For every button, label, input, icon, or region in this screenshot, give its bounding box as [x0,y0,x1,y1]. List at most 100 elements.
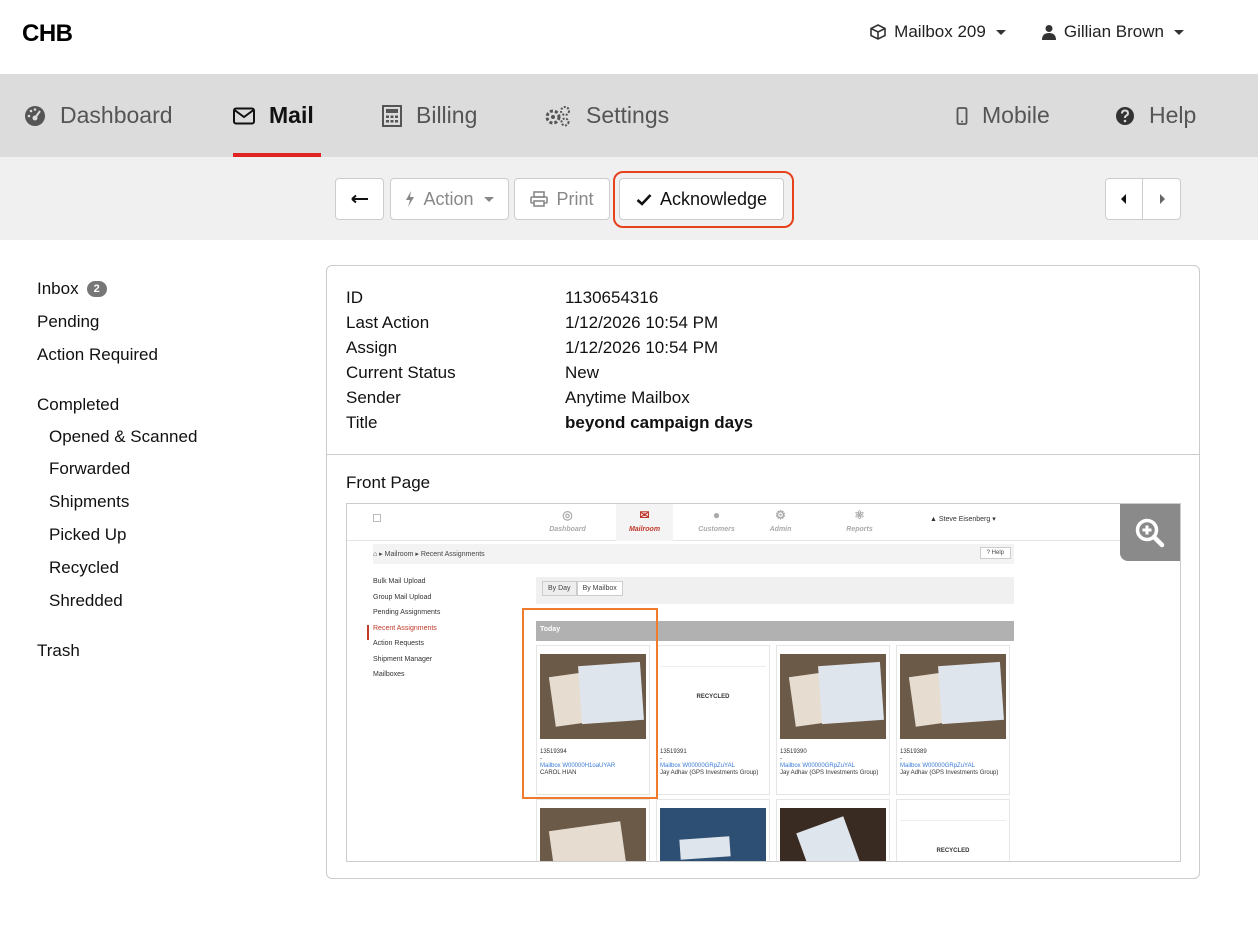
acknowledge-highlight-annotation [613,171,794,228]
mini-nav-label: Customers [698,526,735,533]
mini-nav-label: Reports [846,526,873,533]
bolt-icon [406,191,415,207]
detail-label: Title [346,412,378,432]
nav-dashboard[interactable]: Dashboard [24,74,173,157]
mini-card-name: Jay Adhav (GPS Investments Group) [900,770,999,776]
sidebar-item-inbox[interactable]: Inbox 2 [37,272,297,305]
front-page-scan-image[interactable]: ◎ Dashboard ✉ Mailroom ● Customers ⚙ Admin ⚛… [346,503,1181,862]
mail-photo [900,654,1006,739]
zoom-in-button[interactable] [1120,504,1180,561]
mailbox-dropdown[interactable]: Mailbox 209 [870,22,1006,42]
recycled-placeholder: RECYCLED [660,666,766,726]
nav-mobile[interactable]: Mobile [956,74,1050,157]
mini-card-name: Jay Adhav (GPS Investments Group) [780,770,879,776]
mini-side-item: Group Mail Upload [373,593,432,601]
sidebar-item-trash[interactable]: Trash [37,634,297,667]
mail-photo [780,654,886,739]
sidebar-item-recycled[interactable]: Recycled [37,551,297,584]
sidebar-item-completed[interactable]: Completed [37,388,297,421]
mini-card-id: 13519391 [660,749,687,755]
print-button[interactable]: Print [514,178,610,220]
front-page-label: Front Page [346,473,431,492]
mail-folder-sidebar: Inbox 2 Pending Action Required Completed… [37,272,297,667]
mini-highlight-box [522,608,658,799]
detail-label: Current Status [346,362,456,382]
previous-button[interactable] [1106,179,1144,219]
caret-left-icon [1121,194,1126,204]
mini-tab-by-day: By Day [542,581,577,596]
user-name: Gillian Brown [1063,22,1164,41]
broken-image-icon [373,514,381,522]
sidebar-item-opened-scanned[interactable]: Opened & Scanned [37,421,297,452]
mini-tab-by-mailbox: By Mailbox [576,581,623,596]
nav-billing[interactable]: Billing [382,74,477,157]
detail-row-last-action: Last Action 1/12/2026 10:54 PM [346,310,753,335]
detail-row-title: Title beyond campaign days [346,410,753,435]
question-circle-icon [1116,106,1134,125]
sidebar-item-pending[interactable]: Pending [37,305,297,338]
mini-breadcrumb: ⌂ ▸ Mailroom ▸ Recent Assignments ? Help [373,544,1014,564]
pager-buttons [1105,178,1181,220]
envelope-shape [548,821,628,861]
user-icon [1041,25,1056,40]
envelope-shape [938,661,1004,725]
detail-value-title: beyond campaign days [565,412,753,432]
back-button[interactable] [335,178,384,220]
gauge-icon: ◎ [562,508,573,522]
mini-help-button: ? Help [979,547,1011,559]
mini-nav-dashboard: ◎ Dashboard [539,508,596,533]
mini-card-meta: 13519391- Mailbox W00000GRpZuYAL Jay Adhav… [660,749,758,777]
detail-label: Last Action [346,312,430,332]
mailbox-label: Mailbox 209 [894,22,986,41]
nav-dashboard-label: Dashboard [60,102,173,128]
mini-mail-card [776,799,890,861]
zoom-in-icon [1135,518,1165,547]
mini-mail-card: RECYCLED 13519391- Mailbox W00000GRpZuYAL… [656,645,770,795]
user-dropdown[interactable]: Gillian Brown [1041,22,1184,42]
sidebar-item-label: Inbox [37,278,79,298]
gears-icon [545,105,570,126]
top-bar: CHB Mailbox 209 Gillian Brown [0,0,1258,74]
next-button[interactable] [1143,179,1180,219]
mail-photo [780,808,886,861]
nav-mail[interactable]: Mail [233,74,321,157]
mini-nav-label: Mailroom [628,526,661,533]
detail-row-assign: Assign 1/12/2026 10:54 PM [346,335,753,360]
detail-label: ID [346,287,363,307]
nav-settings[interactable]: Settings [544,74,669,157]
envelope-icon: ✉ [639,508,650,522]
mini-mail-card: RECYCLED [896,799,1010,861]
mini-card-mailbox: Mailbox W00000GRpZuYAL [780,763,855,769]
mini-side-item: Shipment Manager [373,655,433,663]
sidebar-item-action-required[interactable]: Action Required [37,338,297,371]
arrow-left-icon [350,194,368,204]
envelope-shape [818,661,884,725]
mini-breadcrumb-sep: ▸ [413,551,421,558]
mini-card-id: 13519389 [900,749,927,755]
mail-photo [540,808,646,861]
printer-icon [530,191,549,207]
mini-nav-label: Admin [769,526,792,533]
main-nav: Dashboard Mail Billing Settings Mobile H… [0,74,1258,157]
nav-help-label: Help [1149,102,1197,128]
sidebar-item-forwarded[interactable]: Forwarded [37,452,297,485]
caret-right-icon [1159,194,1165,204]
mini-mail-card: 13519389- Mailbox W00000GRpZuYAL Jay Adhav… [896,645,1010,795]
detail-value-assign: 1/12/2026 10:54 PM [565,337,719,357]
sidebar-item-shredded[interactable]: Shredded [37,584,297,617]
mini-breadcrumb-item: Mailroom [384,550,414,558]
brand-logo[interactable]: CHB [22,20,73,48]
mini-card-dash: - [660,756,662,762]
action-dropdown-button[interactable]: Action [390,178,509,220]
reports-icon: ⚛ [854,508,865,522]
detail-row-sender: Sender Anytime Mailbox [346,385,753,410]
mini-mail-card [656,799,770,861]
mail-details: ID 1130654316 Last Action 1/12/2026 10:54 … [346,285,753,435]
mini-card-mailbox: Mailbox W00000GRpZuYAL [660,763,735,769]
card-divider [327,454,1199,455]
sidebar-item-shipments[interactable]: Shipments [37,485,297,518]
mini-card-dash: - [780,756,782,762]
sidebar-item-picked-up[interactable]: Picked Up [37,518,297,551]
nav-help[interactable]: Help [1115,74,1196,157]
detail-row-id: ID 1130654316 [346,285,753,310]
